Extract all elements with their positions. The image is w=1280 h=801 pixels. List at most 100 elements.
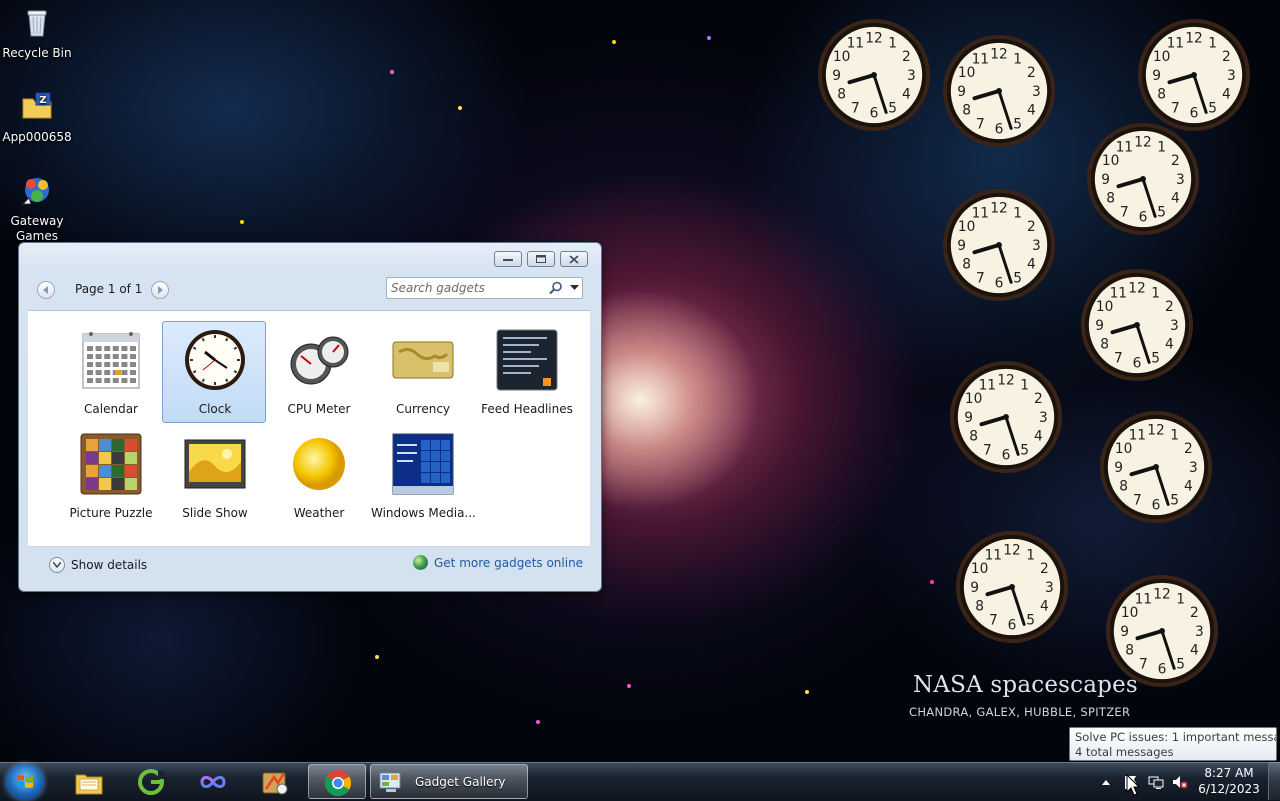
svg-text:3: 3 [1176, 172, 1185, 188]
taskbar-gadget-gallery-label: Gadget Gallery [415, 775, 506, 789]
clock-gadget[interactable]: 1 2 3 4 5 6 7 8 9 10 11 12 [947, 358, 1065, 476]
svg-text:4: 4 [1171, 191, 1180, 207]
clock-gadget[interactable]: 1 2 3 4 5 6 7 8 9 10 11 12 [953, 528, 1071, 646]
svg-text:6: 6 [1133, 355, 1142, 371]
get-more-gadgets-label: Get more gadgets online [434, 555, 584, 570]
gadget-tile-clock[interactable]: Clock [162, 321, 266, 423]
clock-gadget[interactable]: 1 2 3 4 5 6 7 8 9 10 11 12 [815, 16, 933, 134]
gadget-tile-weather[interactable]: Weather [266, 425, 370, 527]
taskbar-chrome[interactable] [308, 764, 366, 799]
slide-show-icon [183, 432, 247, 496]
get-more-gadgets-link[interactable]: Get more gadgets online [413, 555, 583, 570]
svg-text:Z: Z [39, 95, 46, 106]
taskbar-clock-date[interactable]: 6/12/2023 [1196, 782, 1262, 796]
chrome-icon [324, 770, 352, 797]
weather-icon [287, 432, 351, 496]
svg-text:1: 1 [1176, 592, 1185, 608]
svg-text:10: 10 [1102, 153, 1120, 169]
search-box[interactable] [386, 277, 583, 299]
close-button[interactable] [560, 251, 588, 267]
svg-text:3: 3 [1195, 624, 1204, 640]
taskbar-windows-explorer[interactable] [60, 764, 118, 799]
gadget-tile-windows-media[interactable]: Windows Media... [370, 425, 475, 527]
svg-text:2: 2 [1034, 391, 1043, 407]
clock-gadget[interactable]: 1 2 3 4 5 6 7 8 9 10 11 12 [1097, 408, 1215, 526]
wallpaper-star [707, 36, 711, 40]
search-input[interactable] [391, 280, 541, 296]
next-page-button[interactable] [151, 281, 169, 299]
desktop-icon-app000658[interactable]: Z App000658 [0, 90, 74, 145]
gadget-label: Feed Headlines [481, 402, 573, 416]
svg-text:11: 11 [979, 378, 997, 394]
taskbar-media-tool[interactable] [246, 764, 304, 799]
svg-text:3: 3 [1170, 318, 1179, 334]
taskbar-gadget-gallery[interactable]: Gadget Gallery [370, 764, 528, 799]
svg-text:11: 11 [972, 52, 990, 68]
svg-text:11: 11 [1129, 428, 1147, 444]
svg-text:1: 1 [1013, 206, 1022, 222]
cpu-meter-icon [287, 328, 351, 392]
svg-text:2: 2 [1190, 605, 1199, 621]
show-details-button[interactable]: Show details [49, 556, 147, 574]
clock-gadget[interactable]: 1 2 3 4 5 6 7 8 9 10 11 12 [940, 186, 1058, 304]
wallpaper-title: NASA spacescapes [913, 672, 1138, 698]
svg-text:1: 1 [1170, 428, 1179, 444]
svg-text:11: 11 [1135, 592, 1153, 608]
svg-text:6: 6 [870, 105, 879, 121]
svg-text:3: 3 [1032, 84, 1041, 100]
show-hidden-icons-button[interactable] [1098, 774, 1114, 790]
feed-headlines-icon [495, 328, 559, 392]
gadget-label: Picture Puzzle [69, 506, 153, 520]
svg-text:4: 4 [1184, 479, 1193, 495]
svg-text:7: 7 [1133, 492, 1142, 508]
show-desktop-button[interactable] [1268, 762, 1280, 800]
svg-text:1: 1 [1151, 286, 1160, 302]
chevron-down-icon[interactable] [570, 285, 579, 291]
desktop-icon-recycle-bin[interactable]: Recycle Bin [0, 6, 74, 61]
minimize-button[interactable] [494, 251, 522, 267]
gadget-tile-currency[interactable]: Currency [370, 321, 474, 423]
gadget-tile-slide-show[interactable]: Slide Show [162, 425, 266, 527]
close-icon [569, 254, 579, 264]
svg-text:2: 2 [1027, 65, 1036, 81]
clock-gadget[interactable]: 1 2 3 4 5 6 7 8 9 10 11 12 [940, 32, 1058, 150]
svg-text:12: 12 [1003, 543, 1021, 559]
previous-page-button[interactable] [37, 281, 55, 299]
chevron-right-icon [158, 286, 163, 294]
svg-text:10: 10 [958, 65, 976, 81]
gadget-tile-picture-puzzle[interactable]: Picture Puzzle [58, 425, 162, 527]
volume-muted-icon[interactable] [1172, 774, 1188, 790]
svg-text:3: 3 [907, 68, 916, 84]
windows-logo-icon [17, 775, 33, 788]
wallpaper-star [805, 690, 809, 694]
clock-gadget[interactable]: 1 2 3 4 5 6 7 8 9 10 11 12 [1078, 266, 1196, 384]
gadget-tile-calendar[interactable]: Calendar [58, 321, 162, 423]
desktop-icon-label: App000658 [2, 130, 72, 144]
taskbar-g-app[interactable] [122, 764, 180, 799]
svg-text:5: 5 [888, 100, 897, 116]
svg-text:10: 10 [833, 49, 851, 65]
svg-text:1: 1 [1208, 36, 1217, 52]
maximize-button[interactable] [527, 251, 555, 267]
wallpaper-star [458, 106, 462, 110]
start-button[interactable] [6, 764, 44, 800]
gadget-tile-feed-headlines[interactable]: Feed Headlines [474, 321, 578, 423]
svg-text:9: 9 [964, 410, 973, 426]
search-icon[interactable] [549, 281, 563, 295]
svg-text:12: 12 [990, 201, 1008, 217]
svg-text:2: 2 [1027, 219, 1036, 235]
desktop-icon-gateway-games[interactable]: Gateway Games [0, 174, 74, 244]
media-tool-icon [262, 772, 288, 795]
svg-text:2: 2 [1222, 49, 1231, 65]
wallpaper-star [375, 655, 379, 659]
gadget-tile-cpu-meter[interactable]: CPU Meter [266, 321, 370, 423]
clock-gadget[interactable]: 1 2 3 4 5 6 7 8 9 10 11 12 [1084, 120, 1202, 238]
page-indicator: Page 1 of 1 [75, 282, 143, 296]
wallpaper-star [627, 684, 631, 688]
taskbar-infinity-app[interactable] [184, 764, 242, 799]
clock-gadget[interactable]: 1 2 3 4 5 6 7 8 9 10 11 12 [1135, 16, 1253, 134]
svg-text:11: 11 [985, 548, 1003, 564]
taskbar-clock-time[interactable]: 8:27 AM [1196, 766, 1262, 780]
gadget-gallery-window[interactable]: Page 1 of 1 Calendar Clock CPU Meter Curren… [18, 242, 602, 592]
network-icon[interactable] [1148, 774, 1164, 790]
